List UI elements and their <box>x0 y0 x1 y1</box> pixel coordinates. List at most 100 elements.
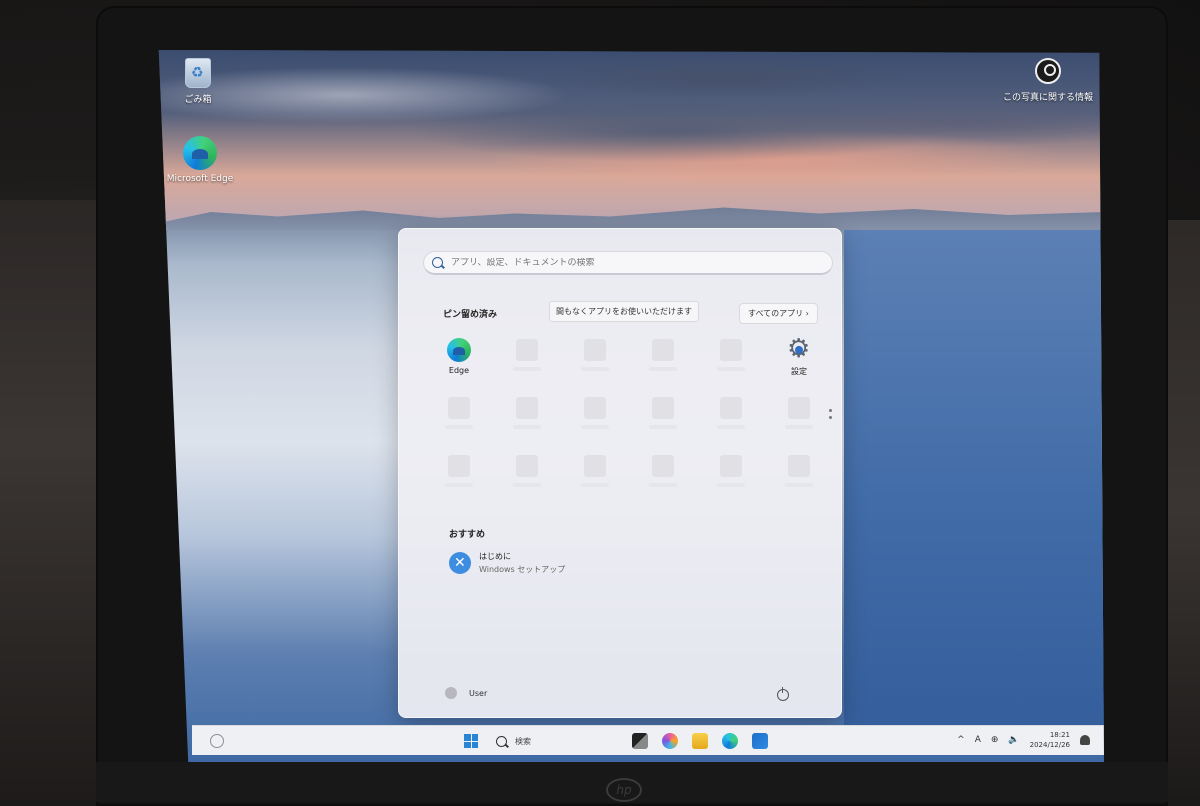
placeholder-label <box>717 367 745 371</box>
start-search-box[interactable] <box>423 251 833 275</box>
chevron-up-icon[interactable]: ^ <box>957 735 965 745</box>
recommended-item-get-started[interactable]: はじめに Windows セットアップ <box>449 551 565 575</box>
pinned-app-placeholder[interactable] <box>765 393 833 451</box>
placeholder-label <box>513 367 541 371</box>
start-menu: ピン留め済み 間もなくアプリをお使いいただけます すべてのアプリ › Edge … <box>398 228 842 718</box>
pinned-app-placeholder[interactable] <box>493 451 561 509</box>
placeholder-label <box>785 483 813 487</box>
photo-info-widget[interactable]: この写真に関する情報 <box>1002 58 1094 103</box>
edge-shortcut-label: Microsoft Edge <box>160 174 240 184</box>
user-avatar-icon <box>445 687 457 699</box>
camera-info-icon <box>1035 58 1061 84</box>
edge-icon[interactable] <box>722 733 738 749</box>
copilot-icon[interactable] <box>662 733 678 749</box>
page-dot <box>829 416 832 419</box>
pinned-app-placeholder[interactable] <box>629 451 697 509</box>
task-view-icon[interactable] <box>632 733 648 749</box>
chevron-right-icon: › <box>806 309 809 318</box>
placeholder-icon <box>720 397 742 419</box>
pinned-app-placeholder[interactable] <box>629 335 697 393</box>
widgets-icon[interactable] <box>210 734 224 748</box>
placeholder-label <box>445 425 473 429</box>
network-icon[interactable]: ⊕ <box>991 735 999 745</box>
placeholder-icon <box>720 339 742 361</box>
page-dots[interactable] <box>829 409 832 423</box>
placeholder-label <box>717 483 745 487</box>
pinned-section-title: ピン留め済み <box>443 307 497 320</box>
pinned-app-edge[interactable]: Edge <box>425 335 493 393</box>
recommended-section-title: おすすめ <box>449 527 485 540</box>
placeholder-icon <box>584 339 606 361</box>
user-account-button[interactable]: User <box>445 687 487 699</box>
placeholder-label <box>649 367 677 371</box>
taskbar-search[interactable]: 検索 <box>496 736 632 747</box>
placeholder-label <box>581 483 609 487</box>
pinned-app-placeholder[interactable] <box>493 335 561 393</box>
pinned-app-placeholder[interactable] <box>561 335 629 393</box>
ime-indicator[interactable]: A <box>975 735 981 745</box>
pinned-app-placeholder[interactable] <box>493 393 561 451</box>
page-dot <box>829 409 832 412</box>
placeholder-icon <box>516 397 538 419</box>
edge-icon <box>447 338 471 362</box>
recommended-item-name: はじめに <box>479 551 565 562</box>
apps-loading-tooltip: 間もなくアプリをお使いいただけます <box>549 301 699 322</box>
placeholder-label <box>649 425 677 429</box>
pinned-apps-grid: Edge 設定 <box>425 335 825 509</box>
pinned-app-placeholder[interactable] <box>561 393 629 451</box>
edge-icon <box>183 136 217 170</box>
couch-left <box>0 200 110 800</box>
volume-icon[interactable]: 🔈 <box>1008 735 1019 745</box>
pinned-app-placeholder[interactable] <box>425 451 493 509</box>
store-icon[interactable] <box>752 733 768 749</box>
pinned-app-label: 設定 <box>791 366 807 377</box>
recycle-bin-icon <box>185 58 211 88</box>
placeholder-label <box>513 425 541 429</box>
pinned-app-placeholder[interactable] <box>425 393 493 451</box>
user-name: User <box>469 689 487 698</box>
placeholder-label <box>445 483 473 487</box>
placeholder-icon <box>448 455 470 477</box>
placeholder-icon <box>516 455 538 477</box>
windows-start-icon[interactable] <box>464 734 478 748</box>
pinned-app-placeholder[interactable] <box>697 393 765 451</box>
recycle-bin-label: ごみ箱 <box>158 92 238 105</box>
clock-date: 2024/12/26 <box>1030 740 1070 750</box>
placeholder-label <box>581 425 609 429</box>
clock[interactable]: 18:21 2024/12/26 <box>1030 730 1070 750</box>
start-search-input[interactable] <box>451 258 811 268</box>
pinned-app-settings[interactable]: 設定 <box>765 335 833 393</box>
placeholder-icon <box>720 455 742 477</box>
placeholder-icon <box>516 339 538 361</box>
placeholder-icon <box>652 397 674 419</box>
all-apps-label: すべてのアプリ <box>748 309 803 318</box>
taskbar-center: 検索 <box>464 733 782 749</box>
placeholder-label <box>581 367 609 371</box>
taskbar-search-label: 検索 <box>515 736 531 747</box>
placeholder-icon <box>652 455 674 477</box>
pinned-app-placeholder[interactable] <box>765 451 833 509</box>
all-apps-button[interactable]: すべてのアプリ › <box>739 303 818 324</box>
pinned-app-placeholder[interactable] <box>561 451 629 509</box>
pinned-app-placeholder[interactable] <box>629 393 697 451</box>
recommended-item-subtitle: Windows セットアップ <box>479 564 565 575</box>
photo-info-label: この写真に関する情報 <box>1002 90 1094 103</box>
get-started-icon <box>449 552 471 574</box>
placeholder-icon <box>584 397 606 419</box>
placeholder-label <box>649 483 677 487</box>
power-icon[interactable] <box>777 689 789 701</box>
pinned-app-placeholder[interactable] <box>697 451 765 509</box>
search-icon <box>496 736 507 747</box>
desktop-edge-shortcut[interactable]: Microsoft Edge <box>160 136 240 184</box>
hp-logo: hp <box>606 778 642 802</box>
file-explorer-icon[interactable] <box>692 733 708 749</box>
placeholder-icon <box>584 455 606 477</box>
placeholder-icon <box>788 397 810 419</box>
placeholder-icon <box>448 397 470 419</box>
pinned-app-placeholder[interactable] <box>697 335 765 393</box>
notification-bell-icon[interactable] <box>1080 735 1090 745</box>
placeholder-icon <box>788 455 810 477</box>
screen: ごみ箱 Microsoft Edge この写真に関する情報 ピン留め済み 間もな… <box>154 50 1104 762</box>
placeholder-icon <box>652 339 674 361</box>
desktop-recycle-bin[interactable]: ごみ箱 <box>158 58 238 105</box>
